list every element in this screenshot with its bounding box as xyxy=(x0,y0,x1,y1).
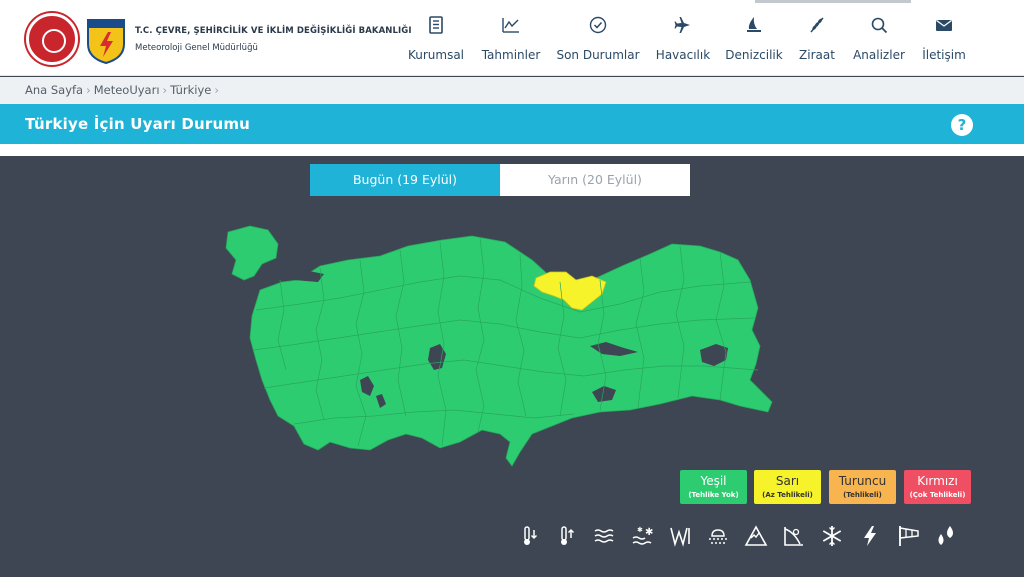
help-button[interactable]: ? xyxy=(951,114,973,136)
org-name: T.C. ÇEVRE, ŞEHİRCİLİK VE İKLİM DEĞİŞİKL… xyxy=(135,26,412,36)
legend-name: Sarı xyxy=(775,474,800,488)
meteoroloji-logo[interactable] xyxy=(86,14,126,64)
nav-item-ziraat[interactable]: Ziraat xyxy=(797,16,837,64)
legend-red: Kırmızı (Çok Tehlikeli) xyxy=(904,470,971,504)
active-nav-indicator xyxy=(755,0,911,3)
breadcrumb-separator: › xyxy=(86,83,91,97)
legend-green: Yeşil (Tehlike Yok) xyxy=(680,470,747,504)
breadcrumb-link-turkiye[interactable]: Türkiye xyxy=(170,83,211,97)
hot-temperature-icon[interactable] xyxy=(555,524,579,548)
org-subtitle: Meteoroloji Genel Müdürlüğü xyxy=(135,43,258,53)
title-underbar xyxy=(0,144,1024,156)
page-title-bar: Türkiye İçin Uyarı Durumu xyxy=(0,104,1024,144)
check-circle-icon xyxy=(556,16,640,36)
legend-sub: (Az Tehlikeli) xyxy=(762,491,813,499)
snowflake-icon[interactable] xyxy=(820,524,844,548)
nav-label: Ziraat xyxy=(799,48,835,62)
svg-text:✱: ✱ xyxy=(637,526,643,534)
chart-icon xyxy=(479,16,543,36)
lightning-icon[interactable] xyxy=(858,524,882,548)
wheat-icon xyxy=(797,16,837,36)
legend-yellow: Sarı (Az Tehlikeli) xyxy=(754,470,821,504)
legend-sub: (Çok Tehlikeli) xyxy=(909,491,966,499)
nav-item-havacilik[interactable]: Havacılık xyxy=(654,16,712,64)
nav-item-analizler[interactable]: Analizler xyxy=(851,16,907,64)
envelope-icon xyxy=(920,16,968,36)
nav-label: İletişim xyxy=(922,48,966,62)
map-marmara-sea xyxy=(260,266,324,282)
legend-sub: (Tehlike Yok) xyxy=(688,491,739,499)
nav-item-kurumsal[interactable]: Kurumsal xyxy=(404,16,468,64)
plane-icon xyxy=(654,16,712,36)
nav-label: Tahminler xyxy=(481,48,541,62)
breadcrumb-separator: › xyxy=(214,83,219,97)
breadcrumb-link-meteouyari[interactable]: MeteoUyarı xyxy=(94,83,160,97)
sailboat-icon xyxy=(724,16,784,36)
landslide-icon[interactable] xyxy=(782,524,806,548)
nav-label: Havacılık xyxy=(655,48,711,62)
windsock-icon[interactable] xyxy=(896,524,920,548)
document-icon xyxy=(404,16,468,36)
legend-orange: Turuncu (Tehlikeli) xyxy=(829,470,896,504)
site-header: T.C. ÇEVRE, ŞEHİRCİLİK VE İKLİM DEĞİŞİKL… xyxy=(0,0,1024,76)
hail-icon[interactable] xyxy=(934,524,958,548)
cold-temperature-icon[interactable] xyxy=(518,524,542,548)
nav-label: Kurumsal xyxy=(407,48,465,62)
breadcrumb: Ana Sayfa › MeteoUyarı › Türkiye › xyxy=(0,77,1024,104)
breadcrumb-link-home[interactable]: Ana Sayfa xyxy=(25,83,83,97)
legend-sub: (Tehlikeli) xyxy=(843,491,882,499)
legend-name: Kırmızı xyxy=(917,474,958,488)
tab-today[interactable]: Bugün (19 Eylül) xyxy=(310,164,500,196)
nav-label: Son Durumlar xyxy=(556,48,640,62)
ministry-emblem-logo[interactable] xyxy=(26,13,78,65)
nav-item-tahminler[interactable]: Tahminler xyxy=(479,16,543,64)
map-region-anatolia[interactable] xyxy=(249,235,773,467)
nav-label: Denizcilik xyxy=(725,48,783,62)
legend-name: Yeşil xyxy=(700,474,727,488)
breadcrumb-separator: › xyxy=(162,83,168,97)
magnifier-icon xyxy=(851,16,907,36)
legend-name: Turuncu xyxy=(838,474,887,488)
page-title: Türkiye İçin Uyarı Durumu xyxy=(25,115,251,133)
tab-tomorrow[interactable]: Yarın (20 Eylül) xyxy=(500,164,690,196)
turkey-warning-map[interactable] xyxy=(220,220,780,470)
nav-item-iletisim[interactable]: İletişim xyxy=(920,16,968,64)
fog-icon[interactable] xyxy=(593,524,617,548)
rain-icon[interactable] xyxy=(706,524,730,548)
avalanche-icon[interactable] xyxy=(744,524,768,548)
snow-storm-icon[interactable]: ✱ ✱ xyxy=(631,524,655,548)
wind-icon[interactable] xyxy=(669,524,693,548)
nav-item-son-durumlar[interactable]: Son Durumlar xyxy=(556,16,640,64)
svg-text:✱: ✱ xyxy=(645,527,653,538)
nav-item-denizcilik[interactable]: Denizcilik xyxy=(724,16,784,64)
nav-label: Analizler xyxy=(853,48,905,62)
